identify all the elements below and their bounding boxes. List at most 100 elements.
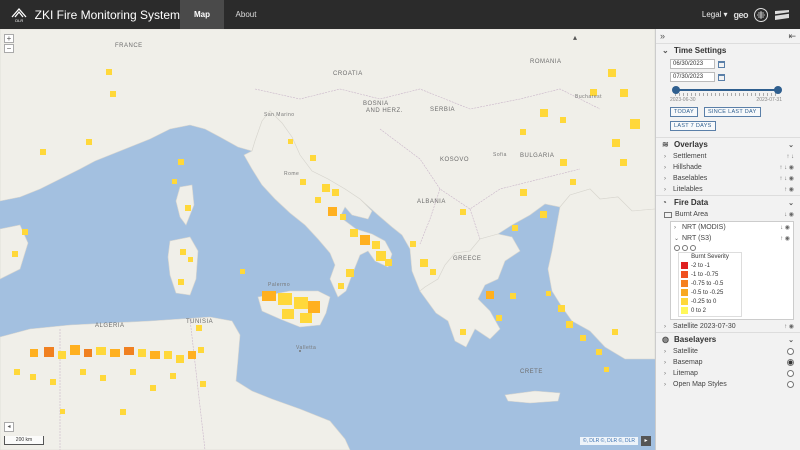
legend-swatch [681, 289, 688, 296]
overlay-label: Hillshade [673, 164, 702, 171]
baselayer-radio[interactable] [787, 348, 794, 355]
map-view[interactable]: FRANCE CROATIA BOSNIA AND HERZ. SERBIA R… [0, 29, 655, 450]
main-nav: Map About [180, 0, 268, 29]
baselayer-label: Basemap [673, 359, 703, 366]
end-date-input[interactable]: 07/30/2023 [670, 72, 715, 82]
overlay-actions[interactable]: ↑ ◉ [784, 186, 794, 193]
satellite-date-row[interactable]: › Satellite 2023-07-30 ↑ ◉ [656, 321, 800, 332]
label-palermo: Palermo [268, 282, 291, 288]
legal-menu[interactable]: Legal ▾ [702, 10, 728, 19]
chevron-up-icon[interactable]: ▴ [573, 33, 577, 42]
overlay-actions[interactable]: ↑ ↓ [786, 154, 794, 160]
overlay-item[interactable]: › Litelables ↑ ◉ [656, 184, 800, 195]
label-bosnia: BOSNIA [363, 101, 389, 107]
overlay-item[interactable]: › Baselables ↑ ↓ ◉ [656, 173, 800, 184]
baselayer-item[interactable]: › Basemap [656, 357, 800, 368]
baselayer-label: Litemap [673, 370, 698, 377]
label-croatia: CROATIA [333, 71, 363, 77]
zoom-in-button[interactable]: + [4, 34, 14, 43]
label-san-marino: San Marino [264, 112, 295, 118]
nrt-s3-row[interactable]: ⌄ NRT (S3) ↑ ◉ [671, 233, 793, 244]
baselayer-item[interactable]: › Satellite [656, 346, 800, 357]
nrt-s3-actions[interactable]: ↑ ◉ [780, 235, 790, 242]
attribution-text[interactable]: ©, DLR ©, DLR ©, DLR [579, 437, 638, 445]
fire-data-header[interactable]: ◔ Fire Data ⌄ [656, 195, 800, 209]
nrt-modis-row[interactable]: › NRT (MODIS) ↓ ◉ [671, 222, 793, 233]
overlay-label: Settlement [673, 153, 707, 160]
baselayer-radio[interactable] [787, 359, 794, 366]
baselayer-radio[interactable] [787, 381, 794, 388]
legend-label: 0 to 2 [691, 307, 707, 314]
chevron-down-icon: ▾ [723, 10, 728, 19]
tab-about[interactable]: About [224, 0, 268, 29]
nrt-modis-actions[interactable]: ↓ ◉ [780, 224, 790, 231]
legend-label: -2 to -1 [691, 262, 711, 269]
satellite-actions[interactable]: ↑ ◉ [784, 323, 794, 330]
geo-logo: geo [733, 9, 748, 20]
zoom-out-button[interactable]: − [4, 44, 14, 53]
legend-swatch [681, 271, 688, 278]
globe-icon: ◍ [662, 335, 669, 344]
globe-icon [757, 10, 765, 19]
time-settings-title: Time Settings [674, 46, 727, 55]
expand-panel-icon[interactable]: » [660, 31, 665, 41]
collapse-panel-icon[interactable]: ⇤ [788, 31, 796, 42]
legend-icon[interactable] [682, 245, 688, 251]
baselayers-title: Baselayers [674, 335, 717, 344]
burnt-area-label: Burnt Area [675, 211, 709, 218]
time-range-slider[interactable] [672, 85, 782, 97]
minimap-toggle-button[interactable]: ◂ [4, 422, 14, 432]
info-icon[interactable] [690, 245, 696, 251]
time-settings-header[interactable]: ⌄ Time Settings [656, 43, 800, 57]
baselayers-header[interactable]: ◍ Baselayers ⌄ [656, 332, 800, 346]
attribution-toggle-button[interactable]: ▸ [641, 436, 651, 446]
slider-start-label: 2023-06-30 [670, 97, 696, 103]
start-date-input[interactable]: 06/30/2023 [670, 59, 715, 69]
burnt-area-row[interactable]: Burnt Area ↓ ◉ [656, 209, 800, 220]
overlay-actions[interactable]: ↑ ↓ ◉ [779, 164, 794, 171]
chevron-down-icon: ⌄ [788, 336, 794, 344]
calendar-icon[interactable] [718, 60, 725, 68]
label-bucharest: Bucharest [575, 94, 603, 100]
legend-item: -0.5 to -0.25 [681, 288, 739, 297]
last-7-days-button[interactable]: LAST 7 DAYS [670, 121, 716, 131]
nrt-modis-label: NRT (MODIS) [682, 224, 726, 231]
slider-labels: 2023-06-30 2023-07-31 [670, 97, 782, 103]
overlay-actions[interactable]: ↑ ↓ ◉ [779, 175, 794, 182]
label-france: FRANCE [115, 43, 143, 49]
chevron-right-icon: › [664, 164, 666, 171]
legal-label: Legal [701, 10, 722, 19]
globe-logo-icon [754, 7, 768, 22]
overlay-item[interactable]: › Hillshade ↑ ↓ ◉ [656, 162, 800, 173]
label-herz: AND HERZ. [366, 108, 403, 114]
overlay-item[interactable]: › Settlement ↑ ↓ [656, 151, 800, 162]
baselayer-item[interactable]: › Litemap [656, 368, 800, 379]
since-last-day-button[interactable]: SINCE LAST DAY [703, 107, 761, 117]
opacity-icon[interactable] [674, 245, 680, 251]
chevron-right-icon: › [664, 370, 666, 377]
overlay-label: Baselables [673, 175, 708, 182]
zoom-control: + − [4, 34, 14, 54]
slider-start-handle[interactable] [672, 86, 680, 94]
label-tunisia: TUNISIA [186, 319, 214, 325]
nrt-s3-label: NRT (S3) [682, 235, 712, 242]
slider-end-handle[interactable] [774, 86, 782, 94]
tab-map[interactable]: Map [180, 0, 224, 29]
today-button[interactable]: TODAY [670, 107, 698, 117]
label-crete: CRETE [520, 369, 543, 375]
satellite-date-label: Satellite 2023-07-30 [673, 323, 736, 330]
chevron-down-icon: ⌄ [662, 46, 669, 55]
baselayer-item[interactable]: › Open Map Styles [656, 379, 800, 390]
brand[interactable]: DLR ZKI Fire Monitoring System [0, 0, 180, 29]
label-serbia: SERBIA [430, 107, 456, 113]
burnt-area-actions[interactable]: ↓ ◉ [784, 211, 794, 218]
calendar-icon[interactable] [718, 73, 725, 81]
chevron-down-icon: ⌄ [788, 199, 794, 207]
baselayer-label: Open Map Styles [673, 381, 727, 388]
chevron-down-icon: ⌄ [674, 236, 680, 242]
baselayer-radio[interactable] [787, 370, 794, 377]
legend-swatch [681, 262, 688, 269]
attribution: ©, DLR ©, DLR ©, DLR ▸ [579, 436, 651, 446]
overlays-header[interactable]: ≋ Overlays ⌄ [656, 137, 800, 151]
app-root: DLR ZKI Fire Monitoring System Map About… [0, 0, 800, 450]
